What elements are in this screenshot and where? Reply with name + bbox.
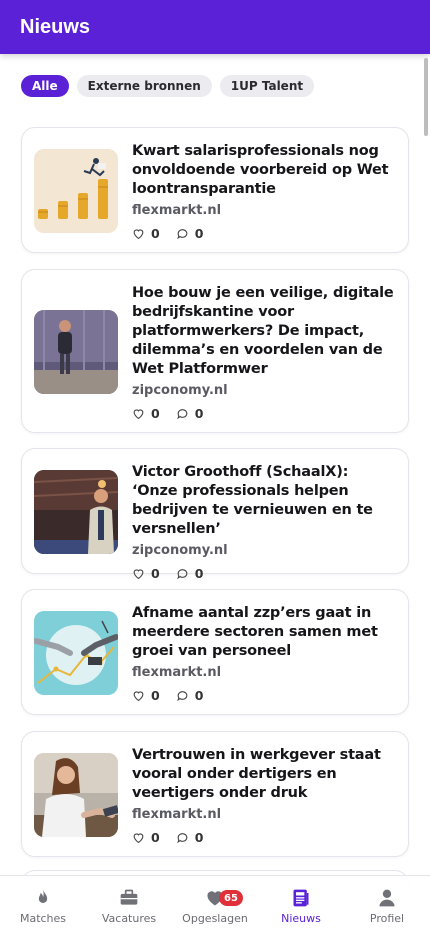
like-count: 0 [151, 406, 160, 421]
comment-count: 0 [194, 830, 204, 845]
comment-icon [176, 409, 188, 420]
comment-count: 0 [194, 406, 204, 421]
article-title: Hoe bouw je een veilige, digitale bedrij… [132, 285, 394, 377]
like-button[interactable]: 0 [132, 830, 160, 845]
tab-label: Opgeslagen [182, 912, 248, 925]
heart-outline-icon [133, 569, 144, 580]
comment-icon [176, 833, 188, 844]
page-title: Nieuws [20, 15, 91, 38]
tab-label: Nieuws [281, 912, 321, 925]
like-count: 0 [151, 226, 160, 241]
comment-button[interactable]: 0 [176, 830, 204, 845]
tab-vacatures[interactable]: Vacatures [86, 876, 172, 932]
filter-chips: Alle Externe bronnen 1UP Talent [21, 75, 315, 97]
comment-button[interactable]: 0 [176, 406, 204, 421]
app-header: Nieuws [0, 0, 430, 54]
comment-icon [176, 569, 188, 580]
comment-button[interactable]: 0 [176, 566, 204, 581]
news-card[interactable]: Kwart salarisprofessionals nog onvoldoen… [21, 127, 409, 253]
article-source: flexmarkt.nl [132, 807, 222, 822]
article-source: zipconomy.nl [132, 383, 228, 398]
filter-chip-externe-bronnen[interactable]: Externe bronnen [76, 75, 212, 97]
flame-icon [38, 889, 48, 903]
heart-outline-icon [133, 691, 144, 702]
tab-matches[interactable]: Matches [0, 876, 86, 932]
tab-label: Profiel [369, 912, 405, 925]
like-button[interactable]: 0 [132, 226, 160, 241]
article-source: flexmarkt.nl [132, 203, 222, 218]
like-count: 0 [151, 566, 160, 581]
person-icon [379, 889, 395, 907]
scrollbar[interactable] [424, 58, 428, 136]
tab-opgeslagen[interactable]: 65 Opgeslagen [172, 876, 258, 932]
tab-label: Vacatures [101, 912, 157, 925]
news-card[interactable]: Afname aantal zzp’ers gaat in meerdere s… [21, 589, 409, 715]
saved-count-badge: 65 [219, 890, 243, 906]
comment-button[interactable]: 0 [176, 688, 204, 703]
article-image [34, 470, 118, 554]
comment-icon [176, 229, 188, 240]
like-button[interactable]: 0 [132, 406, 160, 421]
article-source: flexmarkt.nl [132, 665, 222, 680]
comment-count: 0 [194, 226, 204, 241]
filter-chip-alle[interactable]: Alle [21, 75, 69, 97]
bottom-tab-bar: Matches Vacatures 65 Opgeslagen Nieuws P… [0, 875, 430, 932]
like-count: 0 [151, 830, 160, 845]
like-button[interactable]: 0 [132, 688, 160, 703]
like-button[interactable]: 0 [132, 566, 160, 581]
news-card[interactable]: Victor Groothoff (SchaalX): ‘Onze profes… [21, 448, 409, 581]
article-title: Vertrouwen in werkgever staat vooral ond… [132, 747, 381, 801]
heart-outline-icon [133, 229, 144, 240]
news-card[interactable]: Hoe bouw je een veilige, digitale bedrij… [21, 269, 409, 433]
article-image [34, 753, 118, 837]
tab-label: Matches [19, 912, 67, 925]
tab-nieuws[interactable]: Nieuws [258, 876, 344, 932]
heart-outline-icon [133, 833, 144, 844]
article-title: Afname aantal zzp’ers gaat in meerdere s… [132, 605, 378, 659]
briefcase-icon [120, 889, 138, 905]
filter-chip-1up-talent[interactable]: 1UP Talent [219, 75, 315, 97]
article-title: Kwart salarisprofessionals nog onvoldoen… [132, 143, 389, 197]
article-source: zipconomy.nl [132, 543, 228, 558]
comment-count: 0 [194, 688, 204, 703]
tab-profiel[interactable]: Profiel [344, 876, 430, 932]
comment-count: 0 [194, 566, 204, 581]
like-count: 0 [151, 688, 160, 703]
article-image [34, 611, 118, 695]
comment-button[interactable]: 0 [176, 226, 204, 241]
article-image [34, 149, 118, 233]
heart-outline-icon [133, 409, 144, 420]
article-title: Victor Groothoff (SchaalX): ‘Onze profes… [132, 464, 373, 537]
news-card[interactable]: Vertrouwen in werkgever staat vooral ond… [21, 731, 409, 857]
article-image [34, 310, 118, 394]
comment-icon [176, 691, 188, 702]
newspaper-icon [293, 889, 309, 907]
